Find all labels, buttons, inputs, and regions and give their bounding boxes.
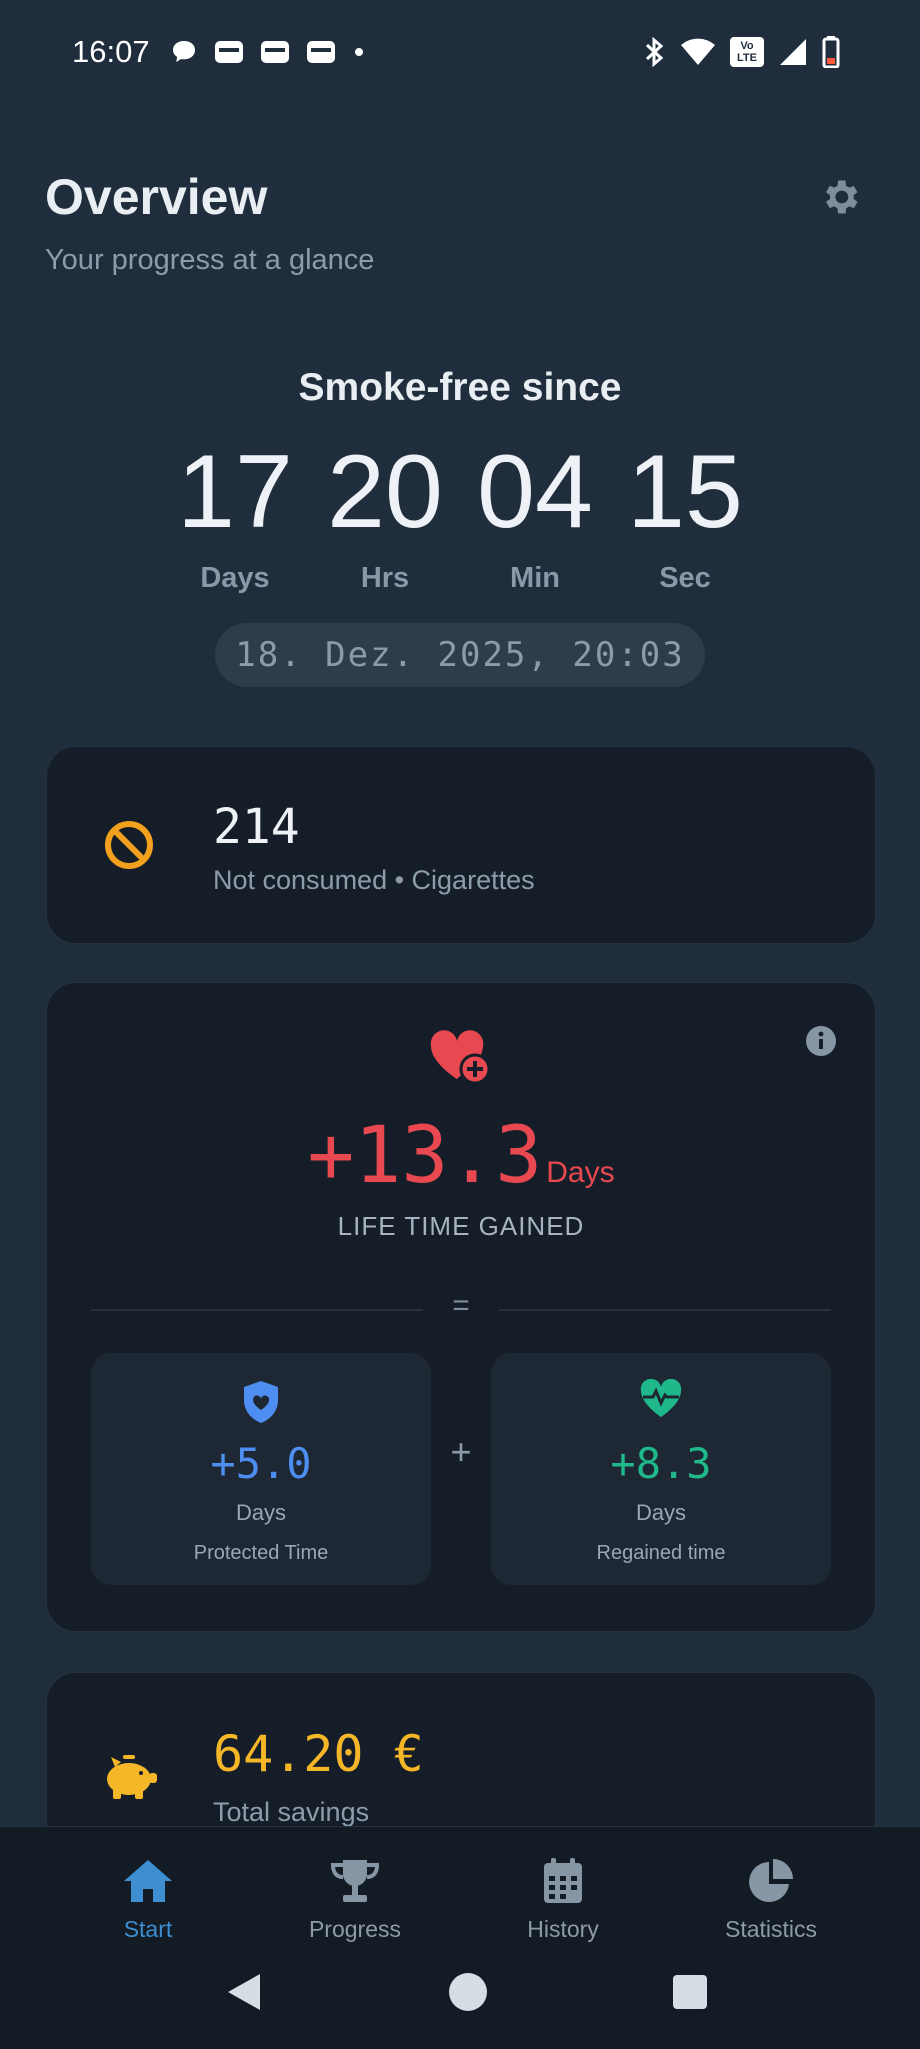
recents-icon[interactable] — [672, 1972, 708, 2012]
regained-time-unit: Days — [635, 1500, 687, 1525]
nav-statistics[interactable]: Statistics — [681, 1857, 861, 1943]
no-smoking-icon — [105, 821, 153, 869]
notification-icons — [170, 38, 366, 66]
timer-value: 04 — [477, 434, 593, 550]
timer-hours: 20 Hrs — [310, 440, 460, 595]
timer-value: 17 — [177, 434, 293, 550]
life-time-card: +13.3 Days LIFE TIME GAINED = +5.0 Days P… — [46, 982, 876, 1632]
wallet-icon — [261, 41, 289, 63]
info-icon[interactable] — [805, 1025, 837, 1057]
timer-label: Min — [510, 562, 560, 594]
shield-heart-icon — [91, 1379, 431, 1425]
heart-pulse-icon — [491, 1378, 831, 1425]
nav-label: Progress — [308, 1916, 402, 1942]
nav-label: History — [527, 1916, 599, 1942]
smoke-free-title: Smoke-free since — [298, 366, 622, 409]
timer-label: Sec — [659, 562, 711, 594]
heart-plus-icon — [430, 1030, 491, 1085]
regained-time-value: +8.3 — [610, 1439, 712, 1488]
nav-start[interactable]: Start — [58, 1857, 238, 1943]
page-title: Overview — [45, 169, 268, 225]
trophy-icon — [330, 1860, 380, 1902]
calendar-icon — [544, 1858, 582, 1903]
timer-value: 15 — [627, 434, 743, 550]
wifi-icon — [681, 38, 715, 65]
settings-button[interactable] — [818, 175, 862, 219]
piggy-bank-icon — [107, 1755, 157, 1799]
battery-icon — [822, 36, 840, 68]
status-time: 16:07 — [72, 34, 150, 69]
bluetooth-icon — [645, 36, 664, 68]
system-icons: Vo LTE — [642, 36, 840, 68]
nav-label: Statistics — [724, 1916, 818, 1942]
timer-days: 17 Days — [160, 440, 310, 595]
savings-label: Total savings — [213, 1797, 370, 1827]
back-icon[interactable] — [224, 1972, 264, 2012]
cigarettes-count: 214 — [213, 799, 300, 855]
status-bar: 16:07 Vo LTE — [0, 0, 920, 105]
life-time-unit: Days — [546, 1156, 615, 1189]
life-time-row: +13.3 Days — [47, 1111, 875, 1201]
signal-icon — [780, 39, 806, 65]
home-circle-icon[interactable] — [448, 1972, 488, 2012]
start-date-pill[interactable]: 18. Dez. 2025, 20:03 — [215, 623, 705, 687]
regained-time-label: Regained time — [596, 1542, 726, 1564]
page-subtitle: Your progress at a glance — [45, 244, 375, 276]
volte-icon: Vo LTE — [730, 37, 764, 67]
protected-time-unit: Days — [235, 1500, 287, 1525]
timer-value: 20 — [327, 434, 443, 550]
timer-seconds: 15 Sec — [610, 440, 760, 595]
nav-label: Start — [123, 1916, 173, 1942]
home-icon — [124, 1860, 172, 1902]
cigarettes-card[interactable]: 214 Not consumed • Cigarettes — [46, 746, 876, 944]
timer-label: Hrs — [360, 562, 410, 594]
timer-label: Days — [200, 562, 270, 594]
dot-icon — [355, 48, 363, 56]
chat-bubble-icon — [173, 41, 195, 62]
nav-progress[interactable]: Progress — [265, 1857, 445, 1943]
life-time-value: +13.3 — [307, 1111, 543, 1201]
nav-history[interactable]: History — [473, 1857, 653, 1943]
bottom-navigation: Start Progress History Statistics — [0, 1826, 920, 2049]
divider — [499, 1309, 831, 1311]
equals-sign: = — [452, 1289, 470, 1322]
timer-minutes: 04 Min — [460, 440, 610, 595]
protected-time-label: Protected Time — [193, 1542, 329, 1564]
gear-icon — [826, 180, 858, 214]
smoke-free-timer: 17 Days 20 Hrs 04 Min 15 Sec — [160, 440, 760, 595]
wallet-icon — [215, 41, 243, 63]
pie-chart-icon — [749, 1859, 793, 1902]
regained-time-card: +8.3 Days Regained time — [491, 1353, 831, 1585]
cigarettes-label: Not consumed • Cigarettes — [213, 865, 535, 895]
life-time-caption: LIFE TIME GAINED — [337, 1211, 585, 1241]
savings-value: 64.20 € — [213, 1725, 424, 1783]
wallet-icon — [307, 41, 335, 63]
